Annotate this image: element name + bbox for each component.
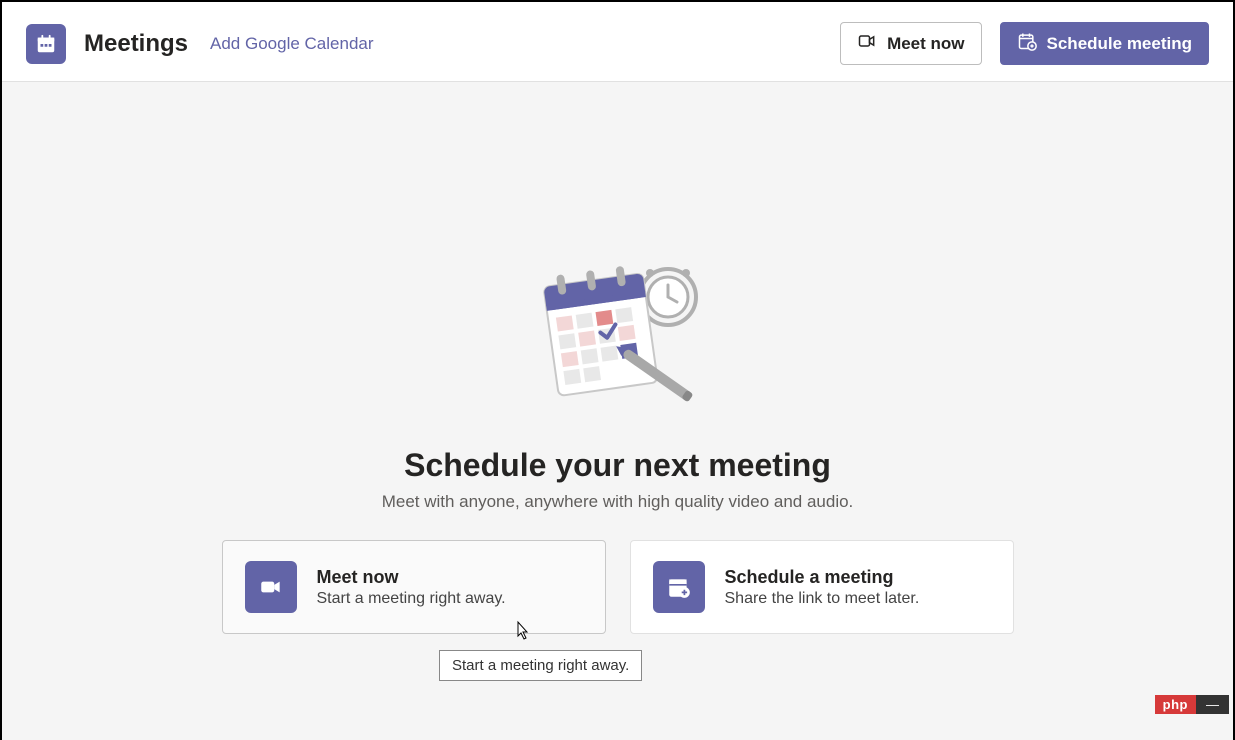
main-heading: Schedule your next meeting bbox=[404, 447, 831, 484]
schedule-meeting-card-title: Schedule a meeting bbox=[725, 567, 920, 588]
watermark: php — bbox=[1155, 695, 1229, 714]
action-cards-row: Meet now Start a meeting right away. Sch… bbox=[222, 540, 1014, 634]
meet-now-card-title: Meet now bbox=[317, 567, 506, 588]
schedule-meeting-card-icon bbox=[653, 561, 705, 613]
meet-now-card-icon bbox=[245, 561, 297, 613]
meetings-app-icon bbox=[26, 24, 66, 64]
schedule-meeting-header-label: Schedule meeting bbox=[1047, 34, 1192, 54]
add-google-calendar-link[interactable]: Add Google Calendar bbox=[210, 34, 374, 54]
schedule-meeting-card-text: Schedule a meeting Share the link to mee… bbox=[725, 567, 920, 608]
video-icon bbox=[857, 31, 877, 56]
watermark-left: php bbox=[1155, 695, 1196, 714]
header-bar: Meetings Add Google Calendar Meet now Sc… bbox=[2, 2, 1233, 82]
meet-now-header-button[interactable]: Meet now bbox=[840, 22, 981, 65]
calendar-clock-illustration bbox=[523, 252, 713, 417]
calendar-plus-icon bbox=[1017, 31, 1037, 56]
schedule-meeting-header-button[interactable]: Schedule meeting bbox=[1000, 22, 1209, 65]
watermark-right: — bbox=[1196, 695, 1229, 714]
schedule-meeting-card[interactable]: Schedule a meeting Share the link to mee… bbox=[630, 540, 1014, 634]
meet-now-card-text: Meet now Start a meeting right away. bbox=[317, 567, 506, 608]
meet-now-card-desc: Start a meeting right away. bbox=[317, 590, 506, 608]
main-content: Schedule your next meeting Meet with any… bbox=[2, 82, 1233, 740]
page-title: Meetings bbox=[84, 30, 188, 58]
main-subtext: Meet with anyone, anywhere with high qua… bbox=[382, 492, 854, 512]
schedule-meeting-card-desc: Share the link to meet later. bbox=[725, 590, 920, 608]
hover-tooltip: Start a meeting right away. bbox=[439, 650, 642, 681]
meet-now-card[interactable]: Meet now Start a meeting right away. bbox=[222, 540, 606, 634]
meet-now-header-label: Meet now bbox=[887, 34, 964, 54]
